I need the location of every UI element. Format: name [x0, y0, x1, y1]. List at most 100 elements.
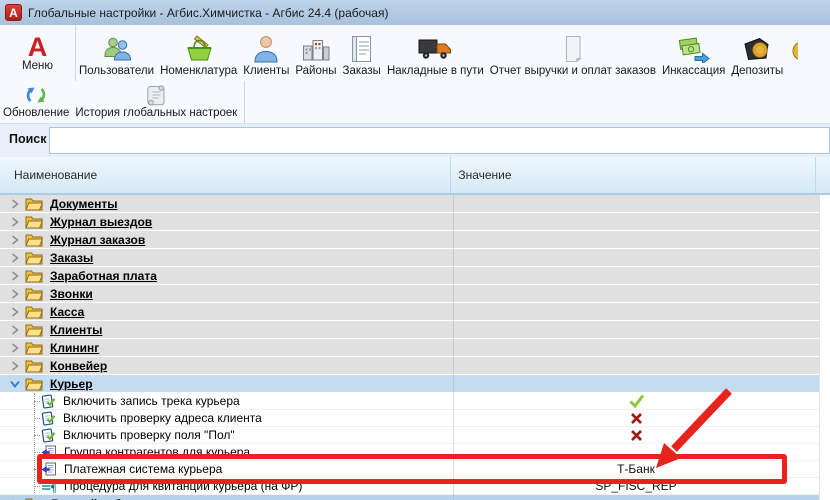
chevron-down-icon[interactable] [8, 380, 21, 388]
tree-row-setting[interactable]: Группа контрагентов для курьера [0, 444, 819, 461]
toolbar-button-label: История глобальных настроек [75, 107, 237, 119]
tree-folder-label: Заказы [50, 251, 93, 265]
chevron-right-icon[interactable] [8, 199, 21, 209]
value-cell [453, 249, 819, 266]
search-label: Поиск [9, 132, 47, 146]
value-cell [453, 195, 819, 212]
tree-row-folder[interactable]: Заказы [0, 249, 819, 267]
chevron-right-icon[interactable] [8, 289, 21, 299]
tree-folder-label: Клининг [50, 341, 99, 355]
green-check-icon [628, 394, 645, 408]
main-toolbar-buttons: ПользователиНоменклатураКлиентыРайоны Зак… [76, 25, 786, 81]
folder-icon [25, 269, 43, 283]
toolbar-button-partial[interactable] [786, 25, 798, 81]
search-panel: Поиск [0, 124, 830, 157]
tree-folder-label: Заработная плата [50, 269, 157, 283]
folder-icon [25, 215, 43, 229]
grid-header: Наименование Значение [0, 157, 830, 195]
tree-folder-label: Касса [50, 305, 84, 319]
toolbar-button-nomenclature[interactable]: Номенклатура [157, 25, 240, 81]
value-cell [453, 303, 819, 320]
toolbar-button-users[interactable]: Пользователи [76, 25, 157, 81]
value-cell [453, 427, 819, 443]
doc-check-icon [41, 394, 56, 409]
folder-icon [25, 341, 43, 355]
doc-arrow-icon [41, 445, 57, 459]
value-cell [453, 213, 819, 230]
tree-folder-label: Документы [50, 197, 117, 211]
svg-text:¶: ¶ [51, 482, 57, 493]
column-header-value[interactable]: Значение [451, 157, 816, 193]
folder-icon [25, 497, 43, 500]
chevron-right-icon[interactable] [8, 343, 21, 353]
tree-row-folder[interactable]: Конвейер [0, 357, 819, 375]
toolbar-button-label: Накладные в пути [387, 65, 484, 77]
search-input[interactable] [49, 127, 830, 154]
tree-connector-line [34, 393, 35, 493]
toolbar-button-deposits[interactable]: Депозиты [728, 25, 786, 81]
doc-check-icon [41, 428, 56, 443]
column-header-name[interactable]: Наименование [0, 157, 451, 193]
chevron-right-icon[interactable] [8, 253, 21, 263]
value-cell [453, 267, 819, 284]
tree-row-setting[interactable]: Платежная система курьераТ-Банк [0, 461, 819, 478]
column-header-spacer [816, 157, 830, 193]
tree-row-folder[interactable]: Клиенты [0, 321, 819, 339]
tree-row-folder[interactable]: Личный кабинет [0, 495, 819, 500]
grid-column-divider [453, 195, 454, 500]
folder-icon [25, 287, 43, 301]
basket-icon [184, 34, 214, 64]
toolbar-button-refresh[interactable]: Обновление [0, 81, 72, 123]
setting-label: Включить проверку адреса клиента [63, 411, 262, 425]
chevron-right-icon[interactable] [8, 271, 21, 281]
doc-check-icon [41, 411, 56, 426]
tree-row-folder[interactable]: Клининг [0, 339, 819, 357]
settings-tree: Документы Журнал выездов Журнал заказов Зак… [0, 195, 830, 500]
tree-folder-label: Курьер [50, 377, 93, 391]
setting-label: Группа контрагентов для курьера [64, 445, 250, 459]
toolbar-button-label: Обновление [3, 107, 69, 119]
menu-button[interactable]: А Меню [0, 25, 76, 81]
tree-row-folder[interactable]: Звонки [0, 285, 819, 303]
tree-row-folder[interactable]: Документы [0, 195, 819, 213]
toolbar-button-waybills[interactable]: Накладные в пути [384, 25, 487, 81]
tree-row-setting[interactable]: Включить запись трека курьера [0, 393, 819, 410]
tree-row-folder[interactable]: Журнал выездов [0, 213, 819, 231]
tree-row-folder[interactable]: Курьер [0, 375, 819, 393]
menu-button-label: Меню [22, 60, 53, 72]
red-cross-icon [630, 429, 643, 442]
tree-row-setting[interactable]: Включить проверку адреса клиента [0, 410, 819, 427]
toolbar-button-label: Клиенты [243, 65, 289, 77]
toolbar-button-districts[interactable]: Районы [292, 25, 339, 81]
truck-icon [418, 35, 452, 63]
value-cell: Т-Банк [453, 461, 819, 477]
toolbar-button-orders[interactable]: Заказы [340, 25, 384, 81]
coin-icon [786, 40, 798, 66]
value-cell [453, 393, 819, 409]
tree-row-folder[interactable]: Журнал заказов [0, 231, 819, 249]
chevron-right-icon[interactable] [8, 361, 21, 371]
value-cell [453, 357, 819, 374]
value-cell [453, 495, 819, 500]
chevron-right-icon[interactable] [8, 235, 21, 245]
chevron-right-icon[interactable] [8, 307, 21, 317]
toolbar-button-label: Заказы [343, 65, 381, 77]
toolbar-button-revenue-report[interactable]: Отчет выручки и оплат заказов [487, 25, 659, 81]
tree-row-folder[interactable]: Касса [0, 303, 819, 321]
tree-row-setting[interactable]: Включить проверку поля "Пол" [0, 427, 819, 444]
tree-folder-label: Журнал заказов [50, 233, 145, 247]
buildings-icon [301, 34, 331, 64]
toolbar-button-clients[interactable]: Клиенты [240, 25, 292, 81]
chevron-right-icon[interactable] [8, 325, 21, 335]
tree-folder-label: Звонки [50, 287, 93, 301]
folder-icon [25, 359, 43, 373]
tree-row-folder[interactable]: Заработная плата [0, 267, 819, 285]
toolbar-button-collection[interactable]: Инкассация [659, 25, 728, 81]
setting-label: Включить проверку поля "Пол" [63, 428, 235, 442]
person-icon [253, 34, 279, 64]
tree-row-setting[interactable]: ¶Процедура для квитанции курьера (на ФР)… [0, 478, 819, 495]
value-cell [453, 375, 819, 392]
toolbar-button-label: Отчет выручки и оплат заказов [490, 65, 656, 77]
toolbar-button-settings-history[interactable]: История глобальных настроек [72, 81, 240, 123]
chevron-right-icon[interactable] [8, 217, 21, 227]
